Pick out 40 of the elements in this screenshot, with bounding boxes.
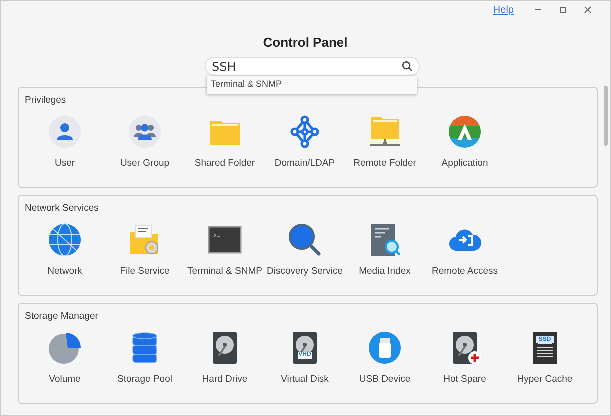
section-title: Network Services bbox=[25, 203, 100, 216]
item-label: Hot Spare bbox=[444, 374, 486, 385]
item-label: Virtual Disk bbox=[281, 374, 329, 385]
item-label: Hard Drive bbox=[202, 374, 248, 385]
item-label: Remote Access bbox=[432, 266, 498, 277]
network-nodes-icon[interactable] bbox=[288, 115, 322, 149]
item-label: User Group bbox=[120, 158, 170, 169]
search-icon[interactable] bbox=[288, 223, 322, 257]
item-label: Domain/LDAP bbox=[274, 158, 336, 169]
app-logo-icon[interactable] bbox=[448, 115, 482, 149]
maximize-icon[interactable] bbox=[559, 6, 567, 14]
suggestion-item[interactable]: Terminal & SNMP bbox=[207, 76, 417, 94]
close-icon[interactable] bbox=[584, 6, 592, 14]
item-label: USB Device bbox=[359, 374, 411, 385]
item-label: Storage Pool bbox=[118, 374, 172, 385]
network-folder-icon[interactable] bbox=[368, 115, 402, 149]
item-label: Terminal & SNMP bbox=[188, 266, 262, 277]
item-label: Hyper Cache bbox=[517, 374, 573, 385]
user-group-icon[interactable] bbox=[128, 115, 162, 149]
user-icon[interactable] bbox=[48, 115, 82, 149]
document-search-icon[interactable] bbox=[368, 223, 402, 257]
item-label: Remote Folder bbox=[354, 158, 416, 169]
item-label: Discovery Service bbox=[266, 266, 344, 277]
window-title: Control Panel bbox=[262, 35, 349, 52]
usb-drive-icon[interactable] bbox=[368, 331, 402, 365]
item-label: Application bbox=[442, 158, 488, 169]
item-label: File Service bbox=[120, 266, 170, 277]
item-label: Shared Folder bbox=[194, 158, 256, 169]
pie-chart-icon[interactable] bbox=[48, 331, 82, 365]
search-icon[interactable] bbox=[402, 61, 413, 72]
section-title: Privileges bbox=[25, 95, 68, 108]
help-link[interactable]: Help bbox=[493, 4, 514, 16]
item-label: Volume bbox=[49, 374, 81, 385]
item-label: Media Index bbox=[359, 266, 411, 277]
globe-icon[interactable] bbox=[48, 223, 82, 257]
search-field[interactable]: SSH bbox=[205, 57, 420, 76]
item-label: Network bbox=[48, 266, 82, 277]
scrollbar[interactable] bbox=[604, 86, 608, 146]
section-title: Storage Manager bbox=[25, 311, 100, 324]
item-label: User bbox=[54, 158, 76, 169]
